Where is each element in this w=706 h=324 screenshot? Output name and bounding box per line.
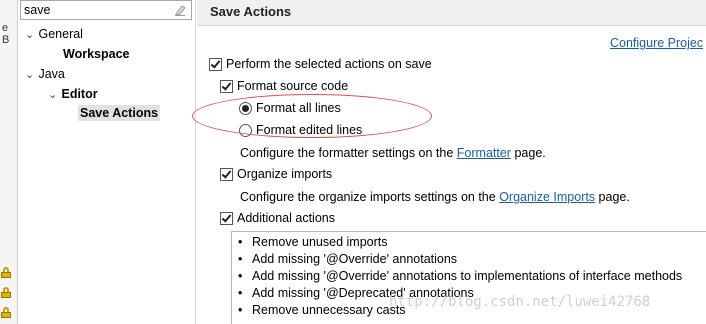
perform-actions-label: Perform the selected actions on save: [226, 57, 432, 71]
page-title: Save Actions: [210, 4, 292, 19]
clear-filter-icon[interactable]: [173, 3, 187, 17]
configure-project-link[interactable]: Configure Projec: [610, 36, 703, 50]
list-item: • Add missing '@Override' annotations to …: [238, 269, 683, 283]
tree-item-general[interactable]: ⌄ General: [25, 27, 83, 41]
lock-icon: [1, 287, 11, 298]
organize-text-post: page.: [595, 190, 630, 204]
organize-imports-link[interactable]: Organize Imports: [499, 190, 595, 204]
tree-item-label: Save Actions: [78, 105, 161, 121]
tree-item-workspace[interactable]: Workspace: [63, 47, 129, 61]
format-source-label: Format source code: [237, 79, 349, 93]
tree-item-java[interactable]: ⌄ Java: [25, 67, 65, 81]
tree-item-label: Workspace: [63, 47, 130, 61]
perform-actions-checkbox[interactable]: [209, 57, 222, 71]
list-item: • Add missing '@Override' annotations: [238, 252, 458, 266]
expanded-arrow-icon[interactable]: ⌄: [25, 28, 35, 41]
additional-actions-list[interactable]: • Remove unused imports • Add missing '@Ov…: [231, 231, 706, 324]
page-header: Save Actions: [197, 0, 706, 26]
formatter-text-pre: Configure the formatter settings on the: [240, 146, 457, 160]
lock-icon: [1, 307, 11, 318]
list-item: • Remove unused imports: [238, 235, 388, 249]
formatter-link[interactable]: Formatter: [457, 146, 511, 160]
additional-actions-option[interactable]: Additional actions: [220, 211, 335, 225]
tree-item-save-actions[interactable]: Save Actions: [78, 105, 161, 121]
format-source-option[interactable]: Format source code: [220, 79, 348, 93]
tree-item-label: Java: [38, 67, 65, 81]
action-label: Add missing '@Override' annotations to i…: [252, 269, 683, 283]
expanded-arrow-icon[interactable]: ⌄: [48, 88, 58, 101]
filter-field[interactable]: [20, 0, 192, 20]
formatter-text-post: page.: [510, 146, 546, 160]
highlight-ellipse: [192, 94, 432, 138]
lock-icon: [1, 267, 11, 278]
organize-imports-checkbox[interactable]: [220, 167, 233, 181]
perform-actions-option[interactable]: Perform the selected actions on save: [209, 57, 432, 71]
filter-input[interactable]: [24, 2, 164, 18]
additional-actions-checkbox[interactable]: [220, 211, 233, 225]
organize-imports-description: Configure the organize imports settings …: [240, 190, 630, 204]
action-label: Add missing '@Override' annotations: [252, 252, 458, 266]
watermark-text: http://blog.csdn.net/luwei42768: [389, 294, 651, 310]
tree-item-editor[interactable]: ⌄ Editor: [48, 87, 98, 101]
cut-off-label: e B: [2, 22, 10, 46]
expanded-arrow-icon[interactable]: ⌄: [25, 68, 35, 81]
tree-item-label: General: [38, 27, 83, 41]
preferences-tree-panel: ⌄ General Workspace ⌄ Java ⌄ Editor Save…: [18, 0, 196, 324]
organize-imports-option[interactable]: Organize imports: [220, 167, 332, 181]
editor-edge-strip: e B: [0, 0, 18, 324]
organize-text-pre: Configure the organize imports settings …: [240, 190, 500, 204]
format-source-checkbox[interactable]: [220, 79, 233, 93]
action-label: Remove unused imports: [252, 235, 388, 249]
save-actions-page: Save Actions Configure Projec Perform th…: [197, 0, 706, 324]
organize-imports-label: Organize imports: [237, 167, 333, 181]
formatter-description: Configure the formatter settings on the …: [240, 146, 546, 160]
additional-actions-label: Additional actions: [237, 211, 335, 225]
action-label: Remove unnecessary casts: [252, 303, 406, 317]
tree-item-label: Editor: [61, 87, 98, 101]
